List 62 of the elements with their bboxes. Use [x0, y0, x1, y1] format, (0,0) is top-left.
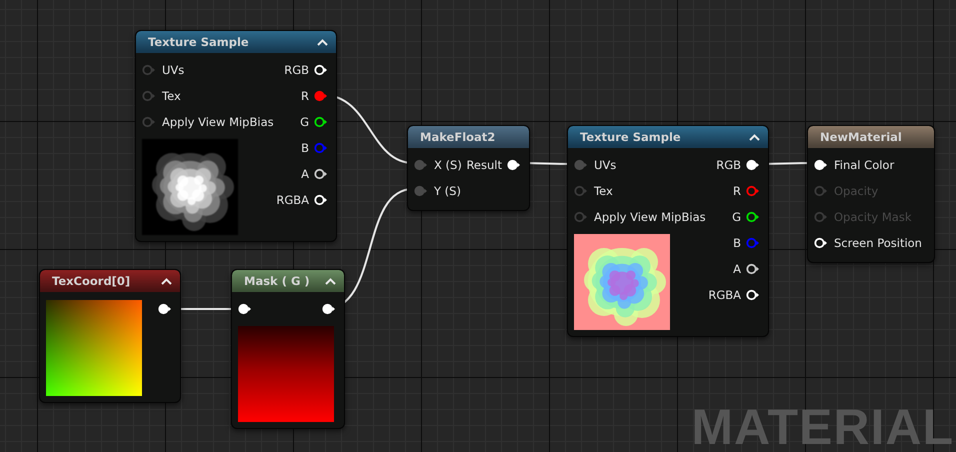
output-pin[interactable]: [314, 64, 328, 76]
pin-label: RGB: [284, 63, 309, 77]
output-pin[interactable]: [314, 116, 328, 128]
pin-label: RGB: [716, 158, 741, 172]
node-title: Mask ( G ): [244, 274, 310, 288]
pin-label: A: [301, 167, 309, 181]
output-pin[interactable]: [314, 194, 328, 206]
node-title: MakeFloat2: [420, 130, 496, 144]
input-pin[interactable]: [142, 90, 156, 102]
node-title: NewMaterial: [820, 130, 902, 144]
input-pin[interactable]: [414, 159, 428, 171]
output-pin[interactable]: [314, 168, 328, 180]
output-pin[interactable]: [746, 211, 760, 223]
input-pin[interactable]: [142, 64, 156, 76]
collapse-caret-icon[interactable]: [317, 38, 328, 46]
collapse-caret-icon[interactable]: [325, 278, 336, 284]
pin-label: G: [732, 210, 741, 224]
input-pin[interactable]: [142, 116, 156, 128]
pin-label: RGBA: [276, 193, 309, 207]
collapse-caret-icon[interactable]: [161, 278, 172, 284]
input-pin[interactable]: [574, 159, 588, 171]
pin-label: G: [300, 115, 309, 129]
node-header[interactable]: TexCoord[0]: [40, 270, 180, 292]
output-pin[interactable]: [507, 159, 521, 171]
output-pin[interactable]: [746, 289, 760, 301]
pin-label: R: [733, 184, 741, 198]
pin-label: A: [733, 262, 741, 276]
output-pin[interactable]: [746, 263, 760, 275]
node-header[interactable]: MakeFloat2: [408, 126, 529, 148]
pin-label: Apply View MipBias: [162, 115, 274, 129]
pin-label: Result: [466, 158, 502, 172]
output-pin[interactable]: [158, 303, 172, 315]
pin-label: UVs: [162, 63, 184, 77]
pin-label: Tex: [162, 89, 181, 103]
output-pin[interactable]: [322, 303, 336, 315]
input-pin[interactable]: [814, 237, 828, 249]
input-pin[interactable]: [574, 185, 588, 197]
node-title: Texture Sample: [580, 130, 681, 144]
input-pin[interactable]: [574, 211, 588, 223]
input-pin[interactable]: [238, 303, 252, 315]
input-pin[interactable]: [814, 159, 828, 171]
input-pin[interactable]: [414, 185, 428, 197]
pin-label: Y (S): [434, 184, 461, 198]
node-header[interactable]: Texture Sample: [136, 31, 336, 53]
pin-label: UVs: [594, 158, 616, 172]
node-header[interactable]: Texture Sample: [568, 126, 768, 148]
pin-label: Final Color: [834, 158, 894, 172]
pin-label: Apply View MipBias: [594, 210, 706, 224]
node-header[interactable]: NewMaterial: [808, 126, 934, 148]
node-header[interactable]: Mask ( G ): [232, 270, 344, 292]
output-pin[interactable]: [746, 159, 760, 171]
pin-label: RGBA: [708, 288, 741, 302]
node-title: TexCoord[0]: [52, 274, 130, 288]
pin-label: R: [301, 89, 309, 103]
graph-type-label: MATERIAL: [691, 402, 954, 452]
pin-label: Tex: [594, 184, 613, 198]
pin-label: X (S): [434, 158, 462, 172]
node-title: Texture Sample: [148, 35, 249, 49]
pin-label: Screen Position: [834, 236, 922, 250]
collapse-caret-icon[interactable]: [749, 134, 760, 140]
pin-label: B: [301, 141, 309, 155]
pin-label: B: [733, 236, 741, 250]
